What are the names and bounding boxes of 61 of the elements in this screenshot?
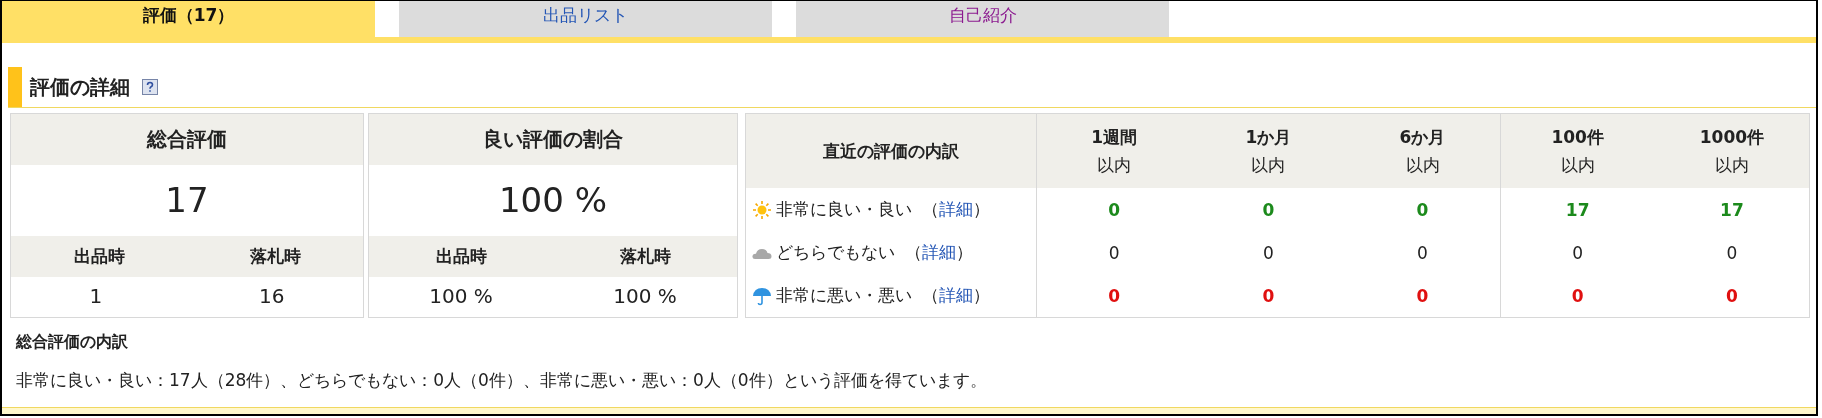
column-label: 出品時 (73, 245, 125, 268)
period-sublabel: 以内 (1096, 153, 1133, 177)
card-value: 17 (164, 179, 210, 222)
count-value: 0 (1108, 285, 1121, 306)
count-value: 0 (1571, 285, 1584, 306)
summary-title: 総合評価の内訳 (16, 332, 129, 353)
count-value: 0 (1726, 242, 1738, 263)
period-label: 1か月 (1244, 125, 1293, 149)
count-value: 17 (1720, 199, 1744, 220)
period-sublabel: 以内 (1404, 153, 1441, 177)
card-value: 100 % (498, 179, 608, 222)
count-value: 0 (1108, 242, 1120, 263)
detail-link[interactable]: 詳細 (939, 199, 973, 219)
rating-label: 非常に良い・良い (776, 199, 912, 219)
section-title: 評価の詳細 (30, 73, 130, 101)
count-value: 0 (1108, 199, 1121, 220)
detail-link[interactable]: 詳細 (922, 242, 956, 262)
count-value: 0 (1262, 199, 1275, 220)
column-label: 落札時 (249, 245, 301, 268)
count-value: 0 (1416, 199, 1429, 220)
bracket: （ (905, 242, 922, 262)
period-label: 6か月 (1398, 125, 1447, 149)
sun-icon (752, 200, 772, 220)
heading-marker (8, 67, 22, 107)
column-value: 1 (89, 284, 103, 308)
count-value: 0 (1416, 285, 1429, 306)
bracket: ） (973, 199, 990, 219)
count-value: 17 (1565, 199, 1590, 220)
table-title: 直近の評価の内訳 (823, 140, 960, 161)
column-value: 100 % (613, 284, 677, 308)
count-value: 0 (1262, 242, 1274, 263)
column-value: 100 % (429, 284, 493, 308)
tab[interactable]: 自己紹介 (796, 1, 1169, 37)
period-label: 1週間 (1090, 125, 1139, 149)
column-label: 落札時 (619, 245, 671, 268)
help-icon[interactable] (142, 79, 158, 95)
column-label: 出品時 (435, 245, 487, 268)
bracket: （ (922, 285, 939, 305)
tab[interactable]: 出品リスト (399, 1, 772, 37)
bracket: （ (922, 199, 939, 219)
period-label: 100件 (1550, 125, 1605, 149)
period-sublabel: 以内 (1559, 153, 1596, 177)
summary-text: 非常に良い・良い：17人（28件）、どちらでもない：0人（0件）、非常に悪い・悪い：0人（0件）という評価を得ています。 (16, 369, 988, 392)
card-title: 良い評価の割合 (369, 114, 737, 165)
rating-label: どちらでもない (776, 242, 895, 262)
bracket: ） (973, 285, 990, 305)
cloud-icon (752, 246, 772, 260)
count-value: 0 (1417, 242, 1428, 263)
count-value: 0 (1262, 285, 1275, 306)
period-label: 1000件 (1698, 125, 1766, 149)
count-value: 0 (1572, 242, 1584, 263)
tab[interactable]: 評価（17） (2, 1, 375, 37)
rating-label: 非常に悪い・悪い (776, 285, 912, 305)
bracket: ） (956, 242, 973, 262)
period-sublabel: 以内 (1713, 153, 1750, 177)
period-sublabel: 以内 (1250, 153, 1287, 177)
umbrella-icon (752, 286, 772, 306)
column-value: 16 (259, 284, 285, 308)
card-title: 総合評価 (11, 114, 363, 165)
count-value: 0 (1725, 285, 1738, 306)
detail-link[interactable]: 詳細 (939, 285, 973, 305)
